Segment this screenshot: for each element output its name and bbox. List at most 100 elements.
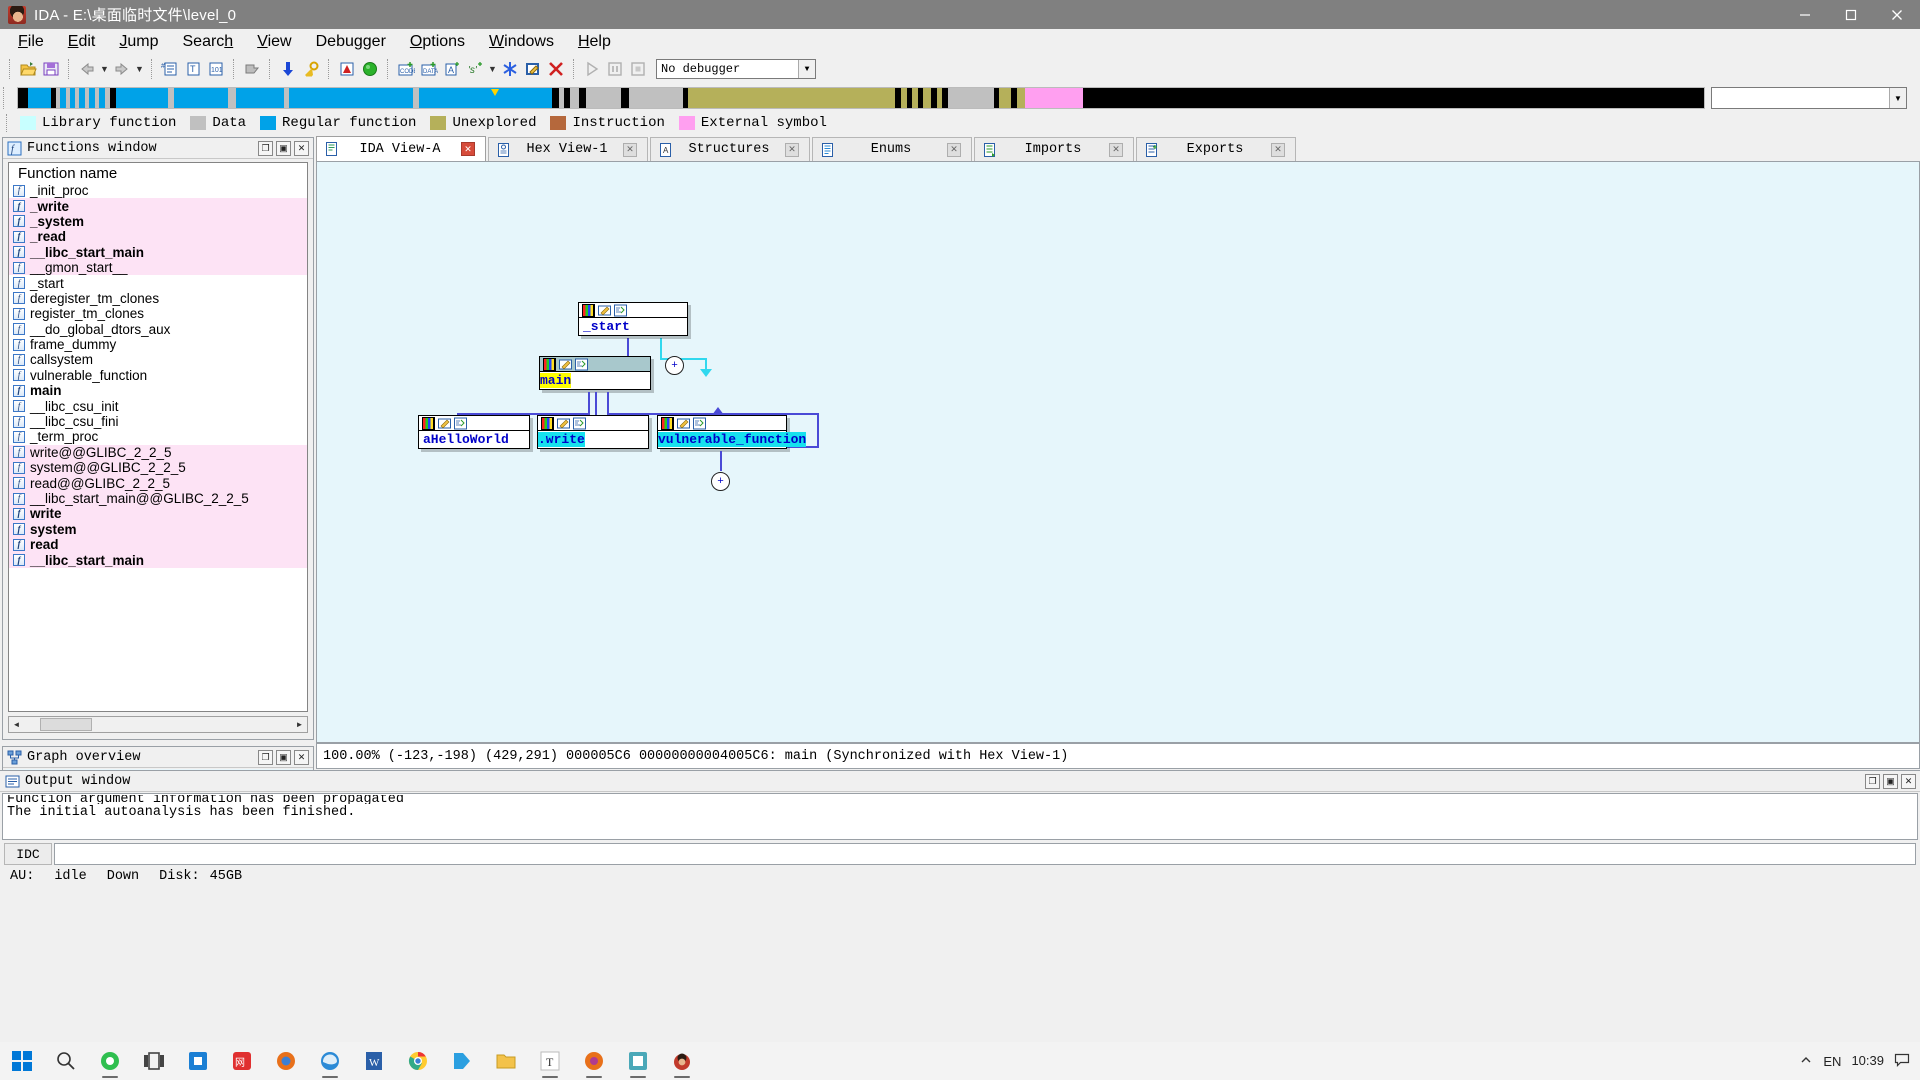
edge-icon[interactable] xyxy=(308,1042,352,1080)
search-icon[interactable] xyxy=(44,1042,88,1080)
tab-hex-view-1[interactable]: Hex View-1✕ xyxy=(488,137,648,161)
function-list-item[interactable]: f__libc_start_main xyxy=(9,552,307,567)
function-list-item[interactable]: fregister_tm_clones xyxy=(9,306,307,321)
function-list-item[interactable]: f_term_proc xyxy=(9,429,307,444)
word-icon[interactable]: W xyxy=(352,1042,396,1080)
menu-file[interactable]: File xyxy=(6,31,56,53)
restore-icon[interactable]: ❐ xyxy=(258,750,273,765)
scroll-right-icon[interactable]: ► xyxy=(292,717,307,732)
function-list-item[interactable]: f__libc_csu_init xyxy=(9,398,307,413)
make-data-icon[interactable]: DATA xyxy=(418,58,440,80)
function-list-item[interactable]: fmain xyxy=(9,383,307,398)
edit-func-icon[interactable] xyxy=(522,58,544,80)
menu-edit[interactable]: Edit xyxy=(56,31,108,53)
function-list-item[interactable]: fvulnerable_function xyxy=(9,368,307,383)
color-palette-icon[interactable] xyxy=(661,417,674,430)
ida-icon[interactable] xyxy=(660,1042,704,1080)
app-blue-icon[interactable] xyxy=(440,1042,484,1080)
restore-icon[interactable]: ❐ xyxy=(1865,774,1880,789)
ida-graph-view[interactable]: _start + main xyxy=(316,161,1920,743)
run-icon[interactable] xyxy=(581,58,603,80)
green-circle-icon[interactable] xyxy=(359,58,381,80)
graph-node-vulnerable-function[interactable]: vulnerable_function xyxy=(657,415,787,449)
search-hash-icon[interactable]: # xyxy=(159,58,181,80)
function-list-item[interactable]: fcallsystem xyxy=(9,352,307,367)
forward-arrow-icon[interactable] xyxy=(111,58,133,80)
function-list-item[interactable]: f__do_global_dtors_aux xyxy=(9,322,307,337)
navigation-band[interactable] xyxy=(17,87,1705,109)
down-arrow-icon[interactable] xyxy=(277,58,299,80)
maximize-icon[interactable]: ▣ xyxy=(276,141,291,156)
save-icon[interactable] xyxy=(40,58,62,80)
scroll-left-icon[interactable]: ◄ xyxy=(9,717,24,732)
close-icon[interactable]: ✕ xyxy=(294,750,309,765)
restore-icon[interactable]: ❐ xyxy=(258,141,273,156)
functions-horizontal-scrollbar[interactable]: ◄ ► xyxy=(8,716,308,733)
chevron-down-icon[interactable]: ▼ xyxy=(1889,88,1906,108)
function-list-item[interactable]: f_read xyxy=(9,229,307,244)
xrefs-icon[interactable] xyxy=(614,304,627,317)
close-icon[interactable]: ✕ xyxy=(294,141,309,156)
chrome-icon[interactable] xyxy=(396,1042,440,1080)
close-icon[interactable]: ✕ xyxy=(1901,774,1916,789)
xrefs-icon[interactable] xyxy=(454,417,467,430)
rename-icon[interactable] xyxy=(559,358,572,371)
color-palette-icon[interactable] xyxy=(541,417,554,430)
back-arrow-icon[interactable] xyxy=(76,58,98,80)
graph-node-start[interactable]: _start xyxy=(578,302,688,336)
function-list-item[interactable]: fderegister_tm_clones xyxy=(9,291,307,306)
function-list-item[interactable]: fwrite xyxy=(9,506,307,521)
graph-node-ahelloworld[interactable]: aHelloWorld xyxy=(418,415,530,449)
menu-help[interactable]: Help xyxy=(566,31,623,53)
function-list-item[interactable]: f__libc_start_main xyxy=(9,245,307,260)
function-list-item[interactable]: fframe_dummy xyxy=(9,337,307,352)
maximize-icon[interactable]: ▣ xyxy=(1883,774,1898,789)
function-list-item[interactable]: f__libc_start_main@@GLIBC_2_2_5 xyxy=(9,491,307,506)
pause-icon[interactable] xyxy=(604,58,626,80)
tray-input-indicator[interactable]: EN xyxy=(1823,1054,1841,1069)
menu-view[interactable]: View xyxy=(245,31,303,53)
menu-windows[interactable]: Windows xyxy=(477,31,566,53)
explorer-icon[interactable] xyxy=(484,1042,528,1080)
tab-enums[interactable]: Enums✕ xyxy=(812,137,972,161)
task-view-icon[interactable] xyxy=(132,1042,176,1080)
function-list-item[interactable]: f_init_proc xyxy=(9,183,307,198)
function-list-item[interactable]: fread xyxy=(9,537,307,552)
tab-ida-view-a[interactable]: IDA View-A✕ xyxy=(316,136,486,161)
xrefs-icon[interactable] xyxy=(573,417,586,430)
idc-tab[interactable]: IDC xyxy=(4,843,52,865)
graph-collapsed-node-1[interactable]: + xyxy=(665,356,684,375)
function-list-item[interactable]: f_system xyxy=(9,214,307,229)
function-list-item[interactable]: fread@@GLIBC_2_2_5 xyxy=(9,475,307,490)
make-code-icon[interactable]: CODE xyxy=(395,58,417,80)
graph-node-write[interactable]: .write xyxy=(537,415,649,449)
tab-exports[interactable]: Exports✕ xyxy=(1136,137,1296,161)
function-list-item[interactable]: fsystem@@GLIBC_2_2_5 xyxy=(9,460,307,475)
warning-icon[interactable] xyxy=(336,58,358,80)
color-palette-icon[interactable] xyxy=(422,417,435,430)
menu-search[interactable]: Search xyxy=(171,31,246,53)
rename-icon[interactable] xyxy=(557,417,570,430)
make-struct-dropdown-icon[interactable]: ▼ xyxy=(487,58,498,80)
jump-icon[interactable] xyxy=(241,58,263,80)
asterisk-icon[interactable] xyxy=(499,58,521,80)
notifications-icon[interactable] xyxy=(1894,1052,1910,1071)
scrollbar-thumb[interactable] xyxy=(40,718,92,731)
chevron-down-icon[interactable]: ▼ xyxy=(798,60,815,78)
menu-jump[interactable]: Jump xyxy=(107,31,170,53)
open-file-icon[interactable] xyxy=(17,58,39,80)
delete-icon[interactable] xyxy=(545,58,567,80)
close-icon[interactable] xyxy=(1874,0,1920,29)
navbar-search-field[interactable]: ▼ xyxy=(1711,87,1907,109)
close-icon[interactable]: ✕ xyxy=(623,143,637,157)
function-list-item[interactable]: f__gmon_start__ xyxy=(9,260,307,275)
back-dropdown-icon[interactable]: ▼ xyxy=(99,58,110,80)
app-teal-icon[interactable] xyxy=(616,1042,660,1080)
key-icon[interactable] xyxy=(300,58,322,80)
tray-expand-icon[interactable] xyxy=(1799,1053,1813,1070)
firefox-icon[interactable] xyxy=(264,1042,308,1080)
function-list-item[interactable]: f_write xyxy=(9,198,307,213)
rename-icon[interactable] xyxy=(438,417,451,430)
tab-structures[interactable]: AStructures✕ xyxy=(650,137,810,161)
graph-collapsed-node-2[interactable]: + xyxy=(711,472,730,491)
